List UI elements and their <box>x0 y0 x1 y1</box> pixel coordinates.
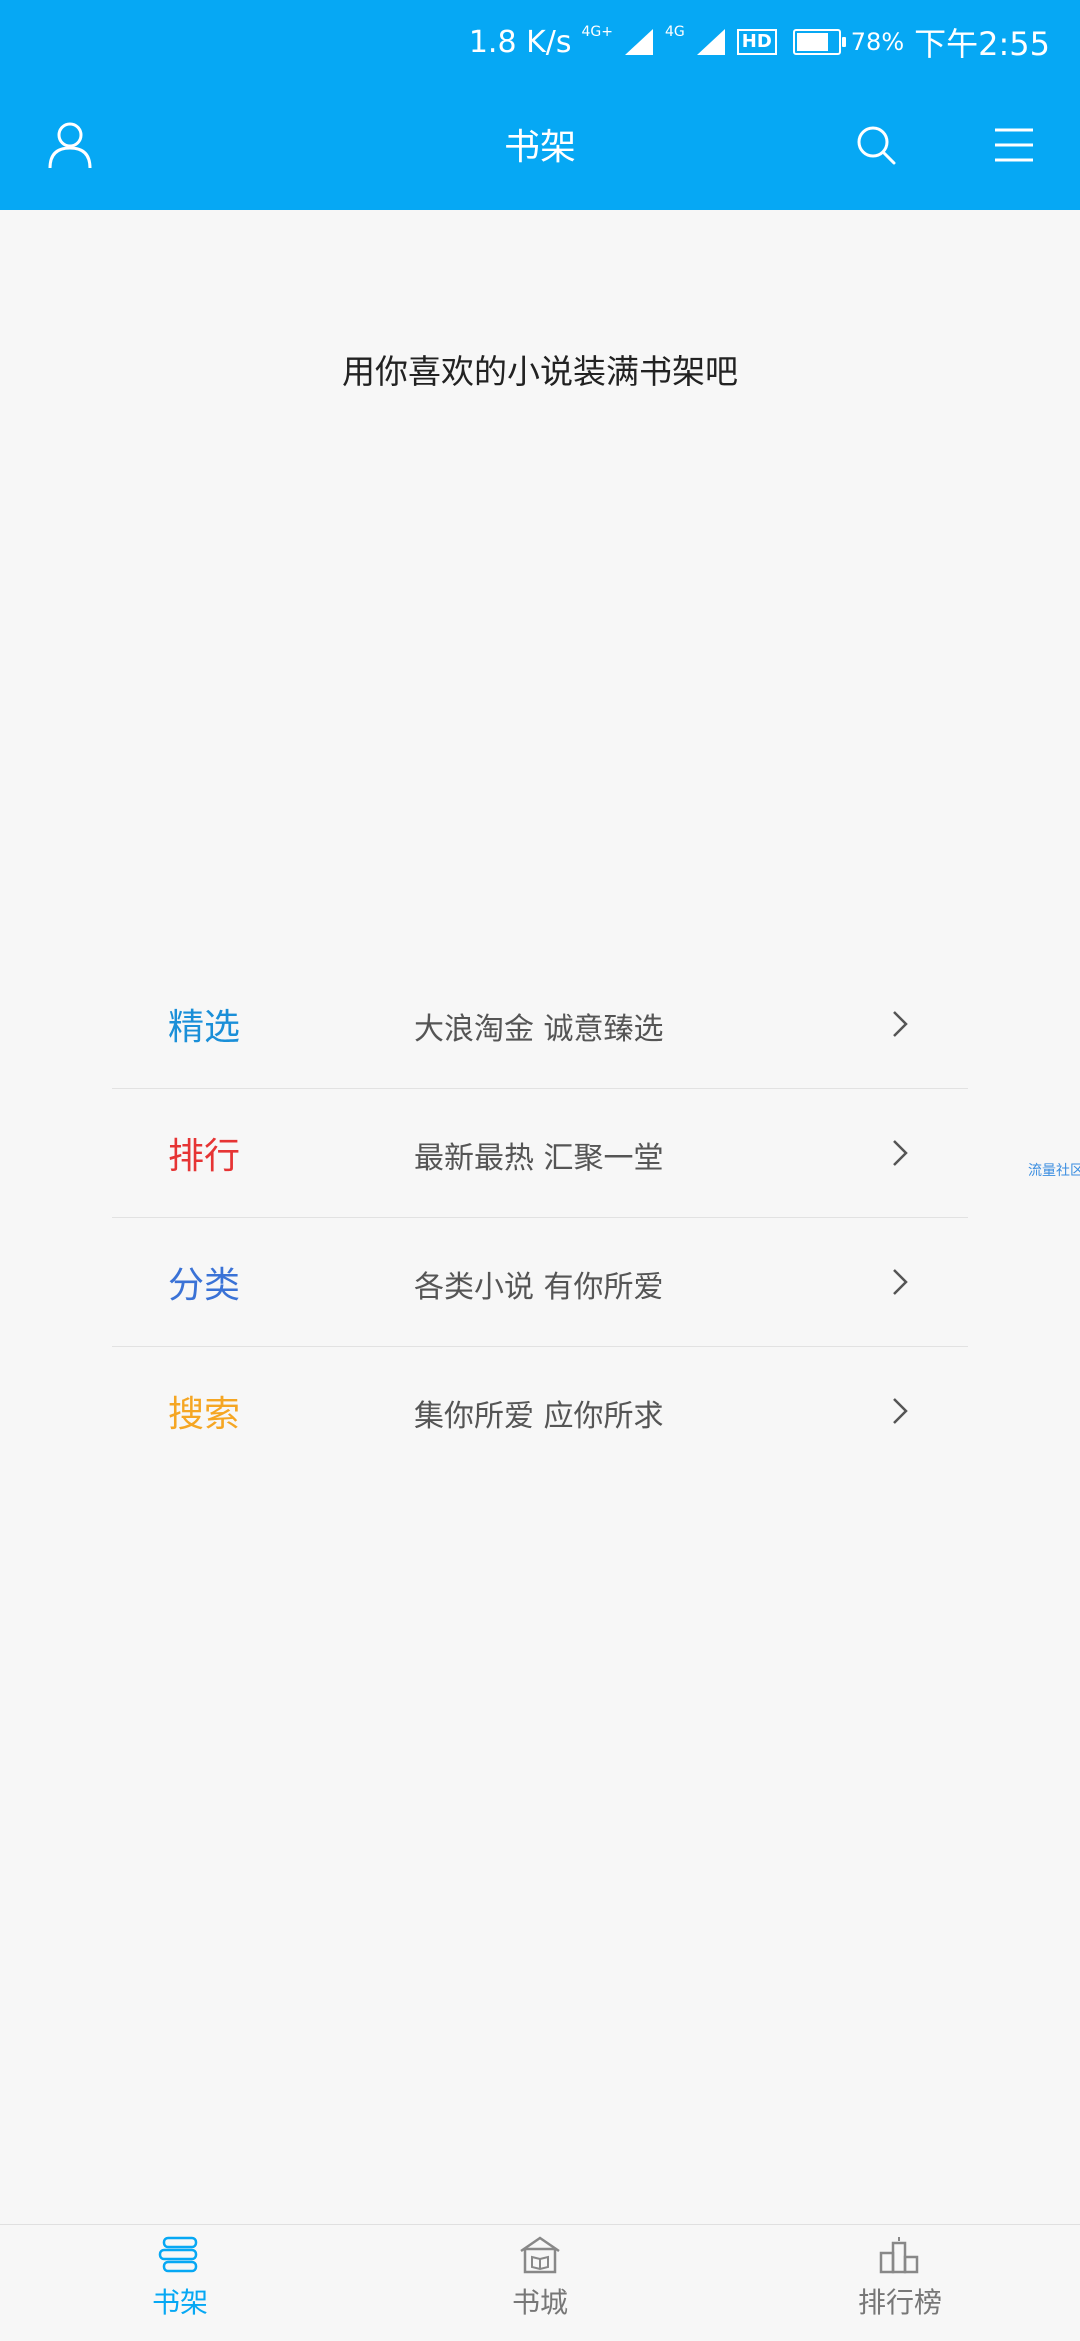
battery-percent: 78% <box>850 28 905 56</box>
nav-label: 书架 <box>151 2286 208 2319</box>
top-bar: 1.8 K/s 4G+ 4G HD 78% 下午2:55 书架 <box>0 0 1080 210</box>
bookstore-icon <box>520 2236 560 2274</box>
nav-item-bookstore[interactable]: 书城 <box>360 2225 720 2341</box>
nav-item-ranking[interactable]: 排行榜 <box>720 2225 1080 2341</box>
shortcut-ranking[interactable]: 排行 最新最热 汇聚一堂 <box>112 1089 968 1218</box>
battery-icon <box>792 29 846 55</box>
search-button[interactable] <box>846 115 906 175</box>
nav-item-bookshelf[interactable]: 书架 <box>0 2225 360 2341</box>
shortcut-label: 分类 <box>168 1265 241 1306</box>
signal-icon-2 <box>696 29 725 55</box>
status-bar: 1.8 K/s 4G+ 4G HD 78% 下午2:55 <box>469 18 1050 66</box>
shortcut-featured[interactable]: 精选 大浪淘金 诚意臻选 <box>112 960 968 1089</box>
shortcut-desc: 集你所爱 应你所求 <box>414 1399 664 1434</box>
floating-side-tag[interactable]: 流量社区 <box>1028 1160 1080 1180</box>
chevron-right-icon <box>893 1140 908 1166</box>
empty-shelf-message: 用你喜欢的小说装满书架吧 <box>342 352 738 391</box>
shortcut-desc: 大浪淘金 诚意臻选 <box>414 1012 664 1047</box>
ranking-icon <box>879 2237 919 2274</box>
signal-icon <box>625 29 653 55</box>
app-bar: 书架 <box>0 100 1080 190</box>
shortcut-desc: 最新最热 汇聚一堂 <box>414 1141 664 1176</box>
menu-icon <box>995 128 1033 162</box>
shortcut-category[interactable]: 分类 各类小说 有你所爱 <box>112 1218 968 1347</box>
nav-label: 排行榜 <box>857 2286 942 2319</box>
shortcut-label: 搜索 <box>168 1394 241 1435</box>
shortcut-search[interactable]: 搜索 集你所爱 应你所求 <box>112 1347 968 1475</box>
shortcut-list: 精选 大浪淘金 诚意臻选 排行 最新最热 汇聚一堂 分类 各类小说 有你所爱 搜… <box>112 960 968 1475</box>
clock: 下午2:55 <box>914 25 1050 63</box>
chevron-right-icon <box>893 1011 908 1037</box>
network-type-2: 4G <box>665 24 685 40</box>
page-title: 书架 <box>503 127 576 168</box>
bookshelf-icon <box>158 2236 198 2273</box>
shortcut-label: 精选 <box>168 1007 241 1048</box>
network-speed: 1.8 K/s <box>468 24 572 60</box>
bottom-nav: 书架 书城 排行榜 <box>0 2224 1080 2341</box>
network-type-1: 4G+ <box>581 24 614 40</box>
chevron-right-icon <box>893 1398 908 1424</box>
shortcut-label: 排行 <box>168 1136 241 1177</box>
nav-label: 书城 <box>511 2286 568 2319</box>
hd-badge: HD <box>736 29 777 55</box>
shortcut-desc: 各类小说 有你所爱 <box>414 1270 664 1305</box>
search-icon <box>857 126 896 165</box>
chevron-right-icon <box>893 1269 908 1295</box>
menu-button[interactable] <box>984 115 1044 175</box>
